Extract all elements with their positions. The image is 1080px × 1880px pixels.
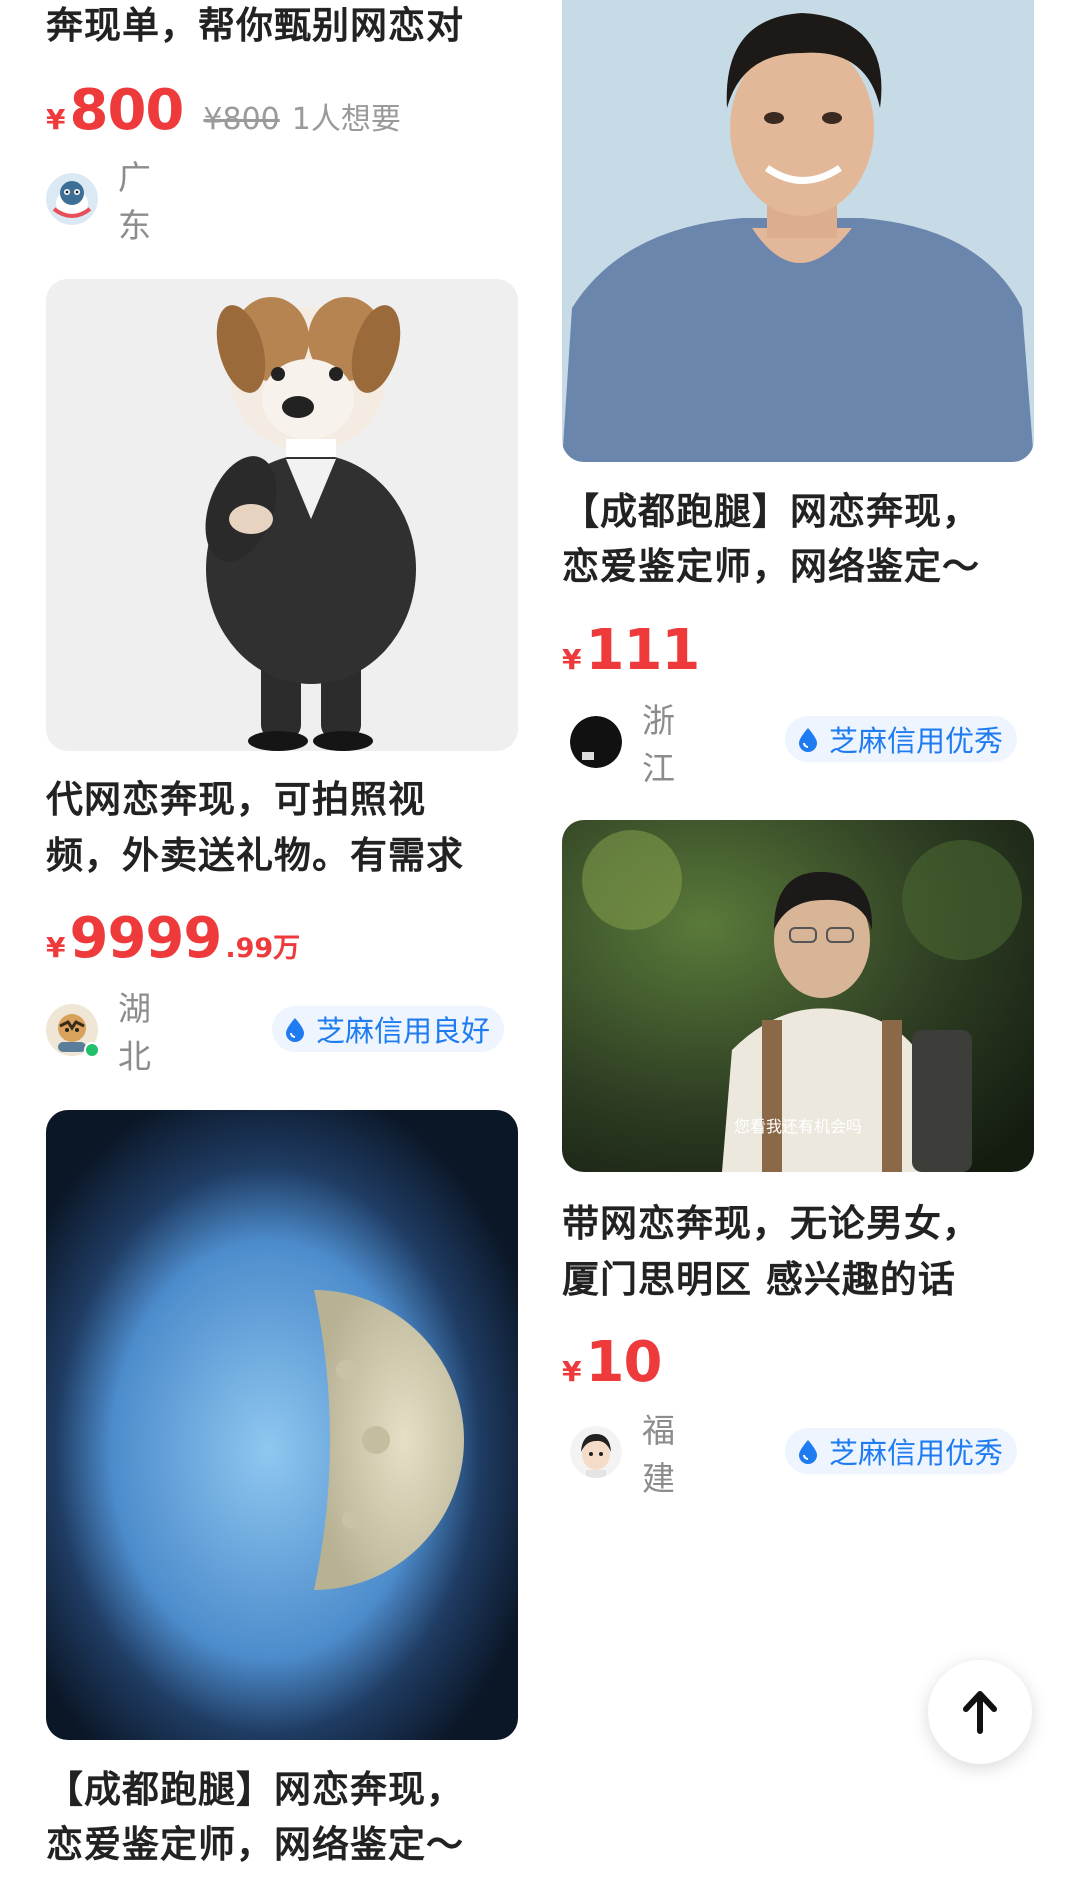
water-drop-icon <box>799 1440 817 1464</box>
seller-location: 广东 <box>118 158 151 245</box>
product-image[interactable]: 您看我还有机会吗 <box>562 820 1034 1172</box>
seller-avatar[interactable] <box>570 1426 622 1478</box>
product-price: ¥ 111 <box>562 618 700 683</box>
product-image[interactable] <box>46 279 518 751</box>
want-count: 1人想要 <box>291 102 401 137</box>
credit-label: 芝麻信用优秀 <box>829 1436 1004 1470</box>
original-price: ¥800 <box>203 102 280 137</box>
seller-avatar[interactable] <box>570 716 622 768</box>
currency-symbol: ¥ <box>46 931 66 964</box>
seller-info[interactable]: 湖北 <box>46 989 151 1076</box>
seller-info[interactable]: 福建 <box>570 1411 675 1498</box>
product-title-line1: 带网恋奔现，无论男女， <box>562 1202 980 1245</box>
price-value: 9999 <box>69 906 222 971</box>
credit-badge: 芝麻信用优秀 <box>785 716 1018 762</box>
price-value: 111 <box>585 618 700 683</box>
product-image[interactable] <box>562 0 1034 462</box>
seller-location: 福建 <box>642 1411 675 1498</box>
product-title: 奔现单，帮你甄别网恋对 <box>46 4 464 47</box>
online-status-dot <box>84 1042 100 1058</box>
credit-label: 芝麻信用良好 <box>316 1014 491 1048</box>
seller-avatar[interactable] <box>46 173 98 225</box>
credit-badge: 芝麻信用优秀 <box>785 1428 1018 1474</box>
currency-symbol: ¥ <box>562 643 582 676</box>
seller-info[interactable]: 广东 <box>46 158 151 245</box>
currency-symbol: ¥ <box>46 103 66 136</box>
arrow-up-icon <box>963 1691 997 1734</box>
man-forest-image: 您看我还有机会吗 <box>562 820 1034 1172</box>
product-title-line1: 【成都跑腿】网恋奔现， <box>46 1768 464 1811</box>
product-price: ¥ 800 ¥800 1人想要 <box>46 78 401 143</box>
price-value: 800 <box>69 78 184 143</box>
water-drop-icon <box>799 728 817 752</box>
seller-location: 湖北 <box>118 989 151 1076</box>
product-image[interactable] <box>46 1110 518 1740</box>
product-title-line2: 恋爱鉴定师，网络鉴定～ <box>562 545 980 588</box>
price-value: 10 <box>585 1330 662 1395</box>
product-title-line2: 恋爱鉴定师，网络鉴定～ <box>46 1823 464 1866</box>
water-drop-icon <box>286 1018 304 1042</box>
price-decimal-unit: .99万 <box>225 933 301 964</box>
credit-label: 芝麻信用优秀 <box>829 724 1004 758</box>
currency-symbol: ¥ <box>562 1355 582 1388</box>
product-title-line1: 代网恋奔现，可拍照视 <box>46 778 426 821</box>
product-price: ¥ 9999 .99万 <box>46 906 300 971</box>
image-subtitle: 您看我还有机会吗 <box>734 1117 862 1136</box>
seller-location: 浙江 <box>642 701 675 788</box>
back-to-top-button[interactable] <box>928 1660 1032 1764</box>
product-title-line2: 厦门思明区 感兴趣的话 <box>562 1258 956 1301</box>
seller-avatar[interactable] <box>46 1004 100 1058</box>
seller-info[interactable]: 浙江 <box>570 701 675 788</box>
man-portrait-image <box>562 0 1034 462</box>
product-title-line1: 【成都跑腿】网恋奔现， <box>562 490 980 533</box>
product-title-line2: 频，外卖送礼物。有需求 <box>46 834 464 877</box>
product-price: ¥ 10 <box>562 1330 662 1395</box>
credit-badge: 芝麻信用良好 <box>272 1006 505 1052</box>
moon-telescope-image <box>46 1110 518 1740</box>
dog-in-suit-image <box>46 279 518 751</box>
